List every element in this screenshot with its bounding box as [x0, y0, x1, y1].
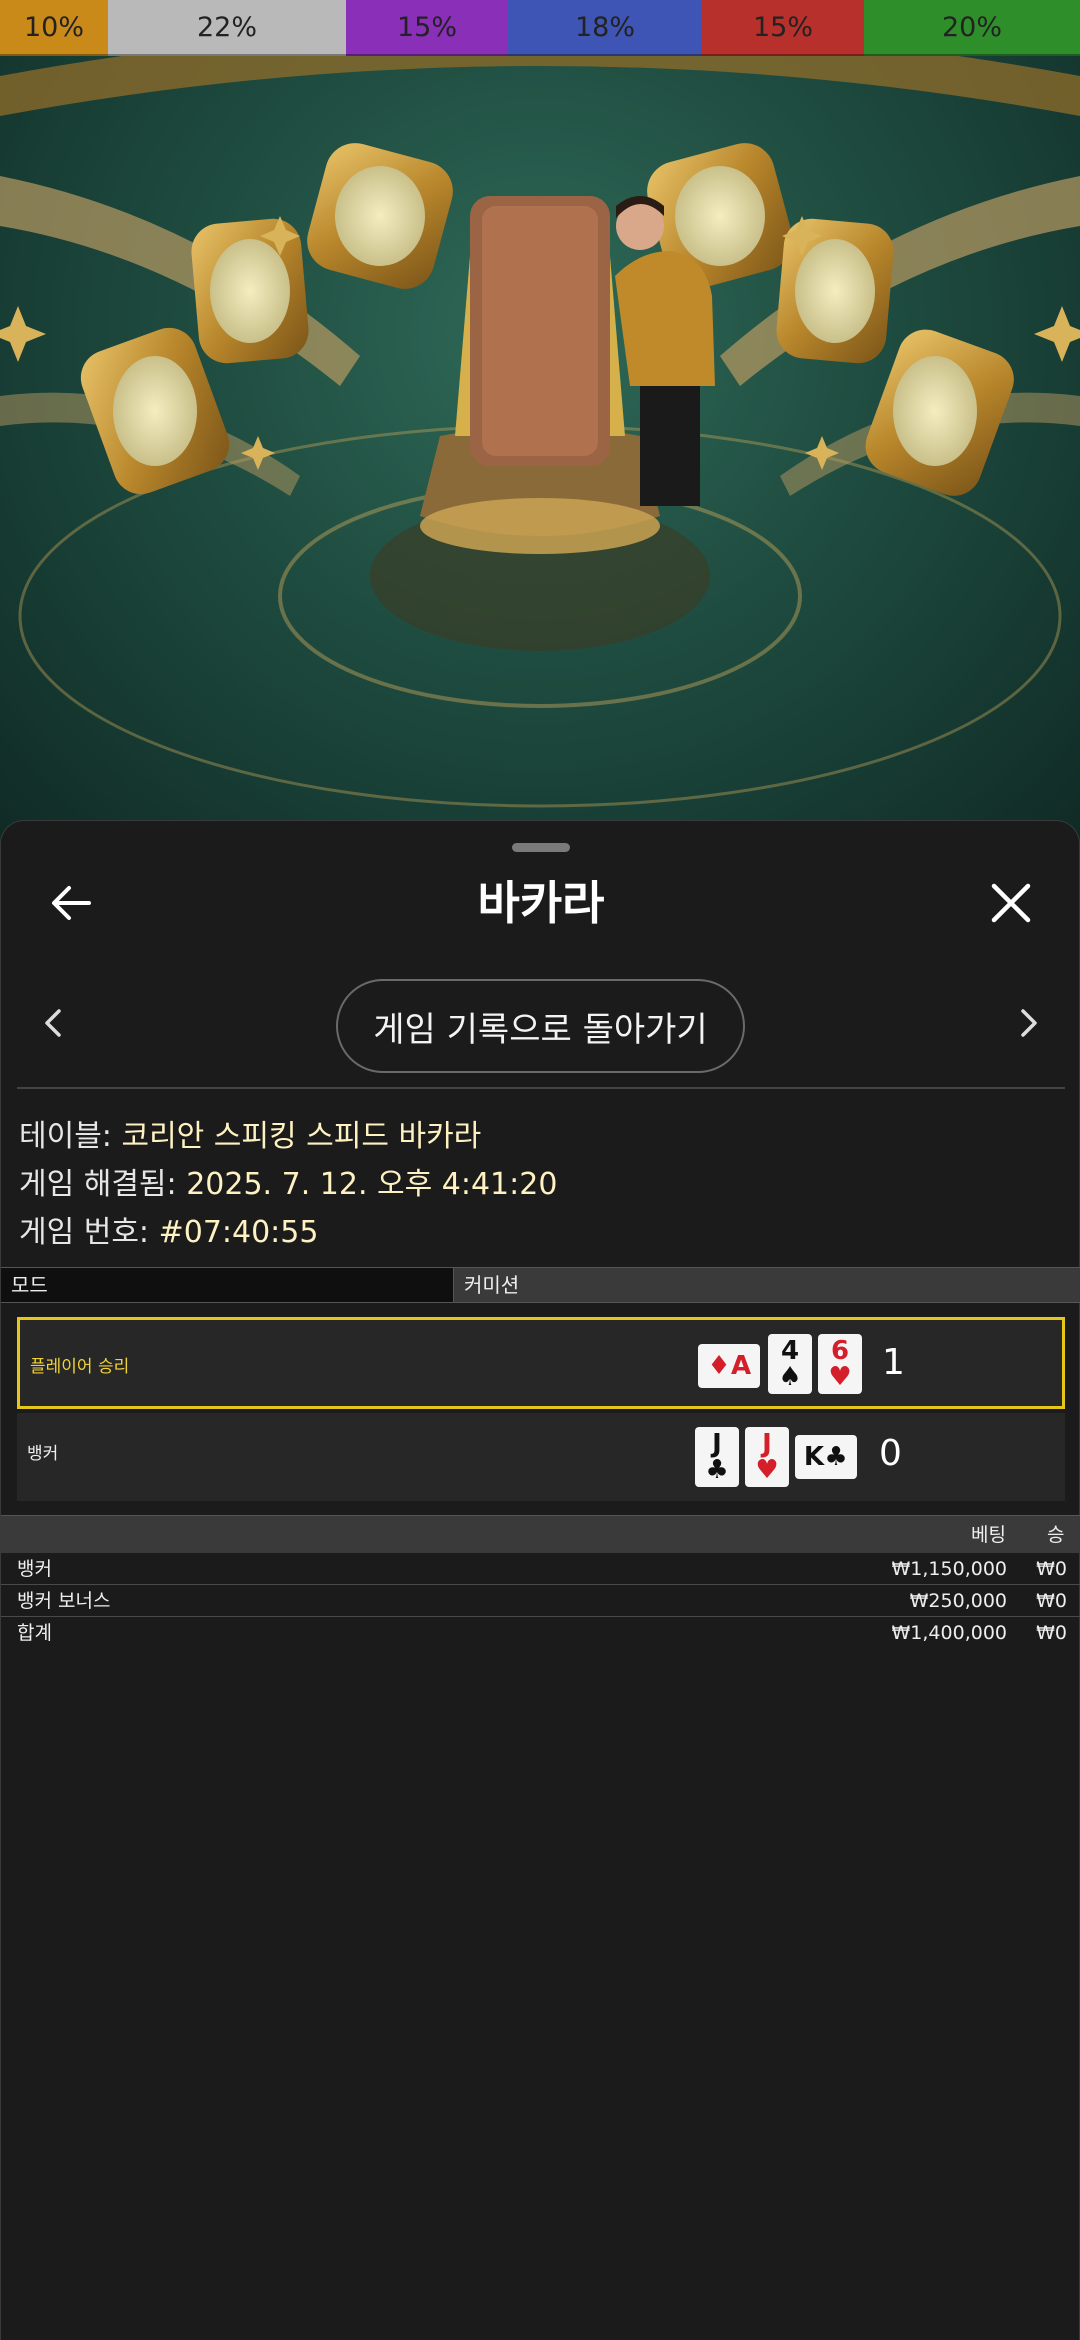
- table-info: 테이블: 코리안 스피킹 스피드 바카라: [19, 1111, 481, 1155]
- percentage-segment: 15%: [346, 0, 508, 56]
- playing-card: J ♣: [695, 1427, 739, 1487]
- arrow-left-icon: [52, 886, 91, 920]
- table-row-total: 합계 ₩1,400,000 ₩0: [1, 1617, 1080, 1649]
- win-amount: ₩0: [1036, 1590, 1067, 1612]
- table-label: 테이블:: [19, 1119, 112, 1154]
- studio-illustration: [0, 56, 1080, 808]
- odds-percentage-bar: 10% 22% 15% 18% 15% 20%: [0, 0, 1080, 56]
- player-score: 1: [882, 1342, 905, 1383]
- percentage-segment: 20%: [864, 0, 1080, 56]
- next-game-button[interactable]: [1007, 1001, 1051, 1045]
- sheet-title: 바카라: [477, 876, 605, 930]
- player-result: 플레이어 승리 ♦ A 4 ♠ 6 ♥ 1: [17, 1317, 1065, 1409]
- game-number-value: #07:40:55: [158, 1215, 319, 1250]
- table-row: 뱅커 보너스 ₩250,000 ₩0: [1, 1585, 1080, 1617]
- banker-result-label: 뱅커: [27, 1444, 59, 1464]
- bets-table-header: 베팅 승: [1, 1515, 1080, 1553]
- back-button[interactable]: [41, 873, 101, 933]
- chevron-right-icon: [1021, 1009, 1037, 1037]
- game-number-info: 게임 번호: #07:40:55: [19, 1207, 318, 1251]
- playing-card: 4 ♠: [768, 1334, 812, 1394]
- back-to-game-history-button[interactable]: 게임 기록으로 돌아가기: [336, 979, 745, 1073]
- percentage-segment: 15%: [702, 0, 864, 56]
- percentage-segment: 18%: [508, 0, 702, 56]
- bet-name: 뱅커 보너스: [17, 1590, 111, 1612]
- playing-card: ♦ A: [698, 1344, 760, 1388]
- divider: [17, 1087, 1065, 1089]
- total-win-amount: ₩0: [1036, 1622, 1067, 1644]
- live-video-scene: [0, 56, 1080, 846]
- total-label: 합계: [17, 1622, 52, 1644]
- table-value: 코리안 스피킹 스피드 바카라: [121, 1119, 482, 1154]
- playing-card: 6 ♥: [818, 1334, 862, 1394]
- resolved-value: 2025. 7. 12. 오후 4:41:20: [186, 1167, 558, 1202]
- banker-result: 뱅커 J ♣ J ♥ K ♣ 0: [17, 1413, 1065, 1501]
- percentage-segment: 22%: [108, 0, 346, 56]
- player-result-label: 플레이어 승리: [30, 1357, 130, 1377]
- chevron-left-icon: [45, 1009, 61, 1037]
- bet-amount: ₩1,150,000: [891, 1558, 1007, 1580]
- previous-game-button[interactable]: [31, 1001, 75, 1045]
- bet-amount: ₩250,000: [909, 1590, 1007, 1612]
- sheet-drag-handle[interactable]: [512, 843, 570, 852]
- mode-label: 모드: [1, 1268, 453, 1302]
- mode-header: 모드 커미션: [1, 1267, 1080, 1303]
- playing-card: K ♣: [795, 1435, 857, 1479]
- table-row: 뱅커 ₩1,150,000 ₩0: [1, 1553, 1080, 1585]
- close-button[interactable]: [981, 873, 1041, 933]
- win-amount: ₩0: [1036, 1558, 1067, 1580]
- bet-column-header: 베팅: [971, 1524, 1006, 1546]
- resolved-info: 게임 해결됨: 2025. 7. 12. 오후 4:41:20: [19, 1159, 557, 1203]
- close-icon: [991, 883, 1031, 923]
- resolved-label: 게임 해결됨:: [19, 1167, 177, 1202]
- game-number-label: 게임 번호:: [19, 1215, 150, 1250]
- total-bet-amount: ₩1,400,000: [891, 1622, 1007, 1644]
- win-column-header: 승: [1047, 1524, 1065, 1546]
- bet-name: 뱅커: [17, 1558, 52, 1580]
- game-detail-sheet: 바카라 게임 기록으로 돌아가기 테이블: 코리안 스피킹 스피드 바카라 게임…: [0, 820, 1080, 2340]
- banker-score: 0: [879, 1433, 902, 1474]
- commission-label: 커미션: [453, 1268, 1080, 1302]
- percentage-segment: 10%: [0, 0, 108, 56]
